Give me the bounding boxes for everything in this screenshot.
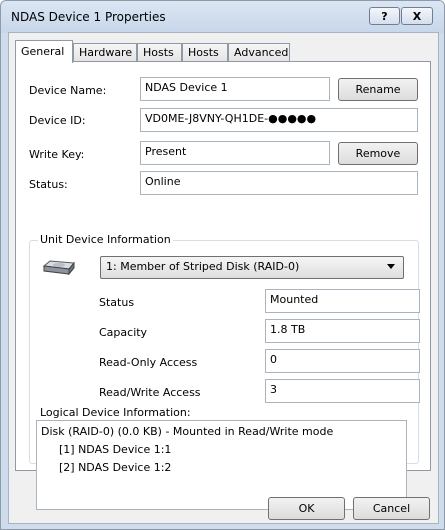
unit-status-label: Status xyxy=(99,296,135,309)
read-write-access-field[interactable]: 3 xyxy=(265,379,420,403)
dialog-client: General Hardware Hosts Hosts Advanced De… xyxy=(8,32,439,524)
logical-device-list[interactable]: Disk (RAID-0) (0.0 KB) - Mounted in Read… xyxy=(36,420,407,510)
list-item: [1] NDAS Device 1:1 xyxy=(59,443,172,456)
status-label: Status: xyxy=(29,178,68,191)
unit-device-group-title: Unit Device Information xyxy=(38,233,173,246)
properties-window: NDAS Device 1 Properties ? X General Har… xyxy=(0,0,445,530)
cancel-button[interactable]: Cancel xyxy=(353,497,430,520)
device-name-field[interactable]: NDAS Device 1 xyxy=(140,77,330,101)
unit-device-group: Unit Device Information 1: Member of Str… xyxy=(29,233,420,510)
capacity-label: Capacity xyxy=(99,326,148,339)
rename-button[interactable]: Rename xyxy=(338,78,418,101)
list-item: [2] NDAS Device 1:2 xyxy=(59,461,172,474)
chevron-down-icon[interactable] xyxy=(387,264,395,269)
device-id-field[interactable]: VD0ME-J8VNY-QH1DE-●●●●● xyxy=(140,108,418,132)
capacity-field[interactable]: 1.8 TB xyxy=(265,319,420,343)
read-write-access-label: Read/Write Access xyxy=(99,386,201,399)
hard-disk-icon xyxy=(42,260,75,276)
tab-hosts-2[interactable]: Hosts xyxy=(182,43,228,61)
device-name-label: Device Name: xyxy=(29,84,107,97)
device-id-label: Device ID: xyxy=(29,114,86,127)
title-bar[interactable]: NDAS Device 1 Properties ? X xyxy=(1,1,444,33)
unit-device-select[interactable]: 1: Member of Striped Disk (RAID-0) xyxy=(100,256,404,279)
tab-hosts-1[interactable]: Hosts xyxy=(137,43,182,61)
read-only-access-label: Read-Only Access xyxy=(99,356,198,369)
list-item: Disk (RAID-0) (0.0 KB) - Mounted in Read… xyxy=(41,425,334,438)
write-key-field[interactable]: Present xyxy=(140,141,330,165)
tab-hardware[interactable]: Hardware xyxy=(73,43,137,61)
logical-device-label: Logical Device Information: xyxy=(40,406,191,419)
read-only-access-field[interactable]: 0 xyxy=(265,349,420,373)
tab-general[interactable]: General xyxy=(15,40,73,63)
remove-button[interactable]: Remove xyxy=(338,142,418,165)
unit-device-select-value: 1: Member of Striped Disk (RAID-0) xyxy=(106,260,300,273)
ok-button[interactable]: OK xyxy=(268,497,345,520)
tab-advanced[interactable]: Advanced xyxy=(228,43,290,61)
status-field[interactable]: Online xyxy=(140,171,418,195)
general-panel: Device Name: NDAS Device 1 Rename Device… xyxy=(15,61,431,510)
close-button[interactable]: X xyxy=(401,7,433,25)
write-key-label: Write Key: xyxy=(29,148,85,161)
unit-status-field[interactable]: Mounted xyxy=(265,289,420,313)
window-title: NDAS Device 1 Properties xyxy=(11,10,166,24)
help-button[interactable]: ? xyxy=(369,7,400,25)
